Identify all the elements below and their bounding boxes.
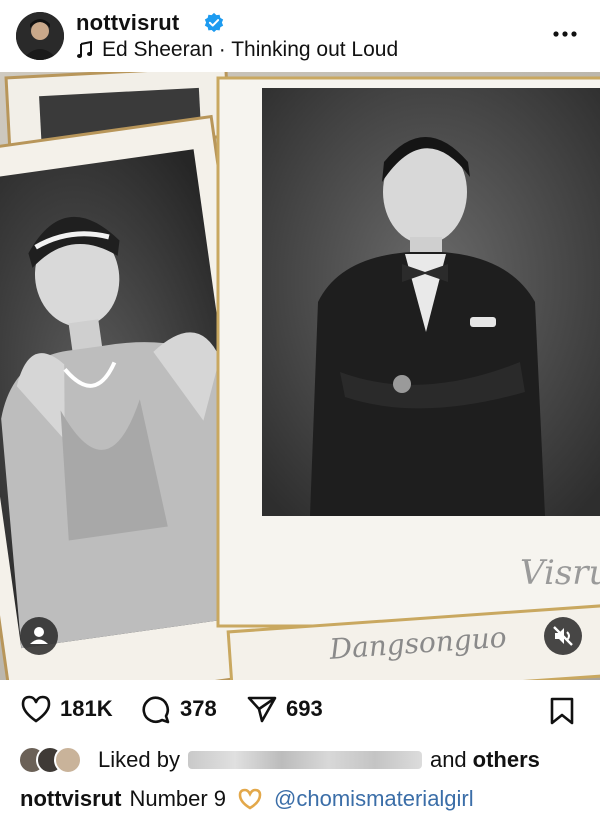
heart-hands-emoji bbox=[238, 788, 262, 810]
caption: nottvisrut Number 9 @chomismaterialgirl bbox=[20, 786, 590, 812]
verified-badge-icon bbox=[204, 12, 224, 33]
liked-by-and: and bbox=[429, 747, 467, 772]
liked-by-prefix: Liked by bbox=[98, 747, 180, 772]
caption-mention[interactable]: @chomismaterialgirl bbox=[274, 786, 474, 812]
blurred-liker-name[interactable] bbox=[187, 751, 422, 769]
heart-icon bbox=[21, 695, 51, 723]
user-tag-icon bbox=[30, 627, 48, 644]
post-media[interactable]: Visrut Dangsonguo bbox=[0, 72, 600, 680]
music-note-icon bbox=[77, 41, 92, 58]
photo-cards-image: Visrut Dangsonguo bbox=[0, 72, 600, 680]
comment-icon bbox=[142, 696, 170, 724]
liked-by-row[interactable]: Liked by and others bbox=[18, 744, 598, 776]
comment-action[interactable]: 378 bbox=[140, 694, 217, 724]
more-options-icon[interactable] bbox=[550, 22, 580, 46]
user-tag-button[interactable] bbox=[20, 617, 58, 655]
liker-avatar bbox=[54, 746, 82, 774]
post-actions: 181K 378 693 bbox=[0, 684, 600, 734]
share-icon bbox=[247, 696, 277, 723]
like-count: 181K bbox=[60, 696, 113, 721]
mute-button[interactable] bbox=[544, 617, 582, 655]
share-action[interactable]: 693 bbox=[246, 694, 323, 724]
caption-username[interactable]: nottvisrut bbox=[20, 786, 121, 812]
bookmark-icon[interactable] bbox=[548, 696, 576, 726]
post-header: nottvisrut Ed Sheeran · Thinking out Lou… bbox=[0, 0, 600, 72]
liked-by-others[interactable]: others bbox=[473, 747, 540, 773]
caption-text: Number 9 bbox=[129, 786, 227, 811]
share-count: 693 bbox=[286, 696, 323, 721]
like-action[interactable]: 181K bbox=[20, 694, 113, 724]
username[interactable]: nottvisrut bbox=[76, 10, 179, 36]
mute-icon bbox=[553, 626, 573, 646]
music-track[interactable]: Ed Sheeran · Thinking out Loud bbox=[76, 38, 398, 62]
comment-count: 378 bbox=[180, 696, 217, 721]
liker-avatars bbox=[18, 746, 88, 774]
avatar[interactable] bbox=[16, 12, 64, 60]
card-signature: Visrut bbox=[520, 553, 600, 593]
music-track-label: Ed Sheeran · Thinking out Loud bbox=[102, 38, 399, 61]
